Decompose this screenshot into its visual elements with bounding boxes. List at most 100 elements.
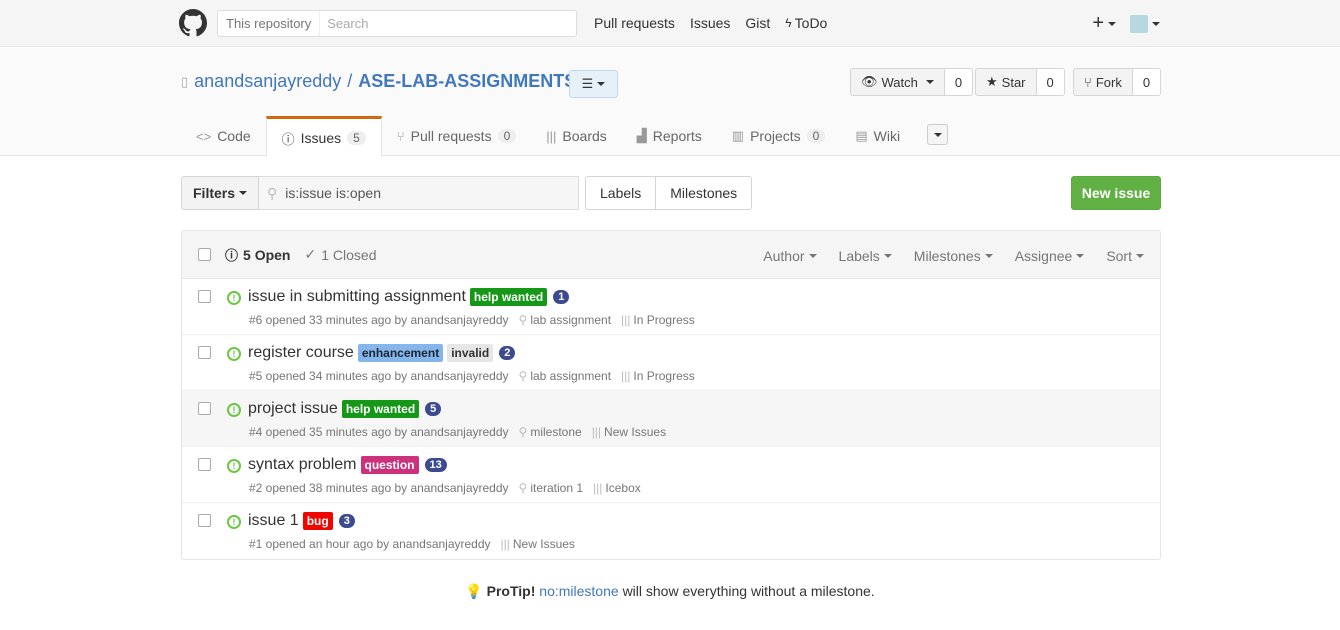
site-search[interactable]: This repository Search bbox=[217, 10, 577, 37]
issue-title-link[interactable]: project issue bbox=[248, 400, 338, 418]
issue-estimate-badge: 5 bbox=[425, 402, 442, 416]
assignee-filter[interactable]: Assignee bbox=[1015, 248, 1085, 264]
issue-checkbox[interactable] bbox=[198, 402, 211, 415]
nav-gist[interactable]: Gist bbox=[745, 15, 770, 31]
nav-todo[interactable]: ϟ ToDo bbox=[785, 15, 827, 31]
issue-checkbox[interactable] bbox=[198, 458, 211, 471]
chevron-down-icon bbox=[1136, 254, 1144, 258]
issue-milestone-link[interactable]: ⚲ milestone bbox=[519, 425, 582, 439]
protip-text: will show everything without a milestone… bbox=[622, 583, 875, 599]
repo-separator: / bbox=[347, 71, 353, 91]
issue-title-link[interactable]: register course bbox=[248, 344, 354, 362]
author-filter[interactable]: Author bbox=[763, 248, 817, 264]
issue-milestone-link[interactable]: ⚲ iteration 1 bbox=[519, 481, 584, 495]
closed-issues-link[interactable]: ✓ 1 Closed bbox=[304, 245, 376, 264]
issue-label[interactable]: question bbox=[360, 456, 419, 474]
milestone-label: milestone bbox=[530, 425, 582, 439]
fork-button[interactable]: ⑂ Fork bbox=[1073, 68, 1133, 96]
star-count[interactable]: 0 bbox=[1036, 68, 1065, 96]
issue-title-link[interactable]: issue in submitting assignment bbox=[248, 288, 466, 306]
filters-dropdown[interactable]: Filters bbox=[181, 176, 260, 210]
protip-link[interactable]: no:milestone bbox=[539, 583, 618, 599]
repo-list-menu-button[interactable]: ☰ bbox=[569, 70, 618, 98]
tab-boards-label: Boards bbox=[562, 128, 607, 144]
tab-pull-requests[interactable]: ⑂ Pull requests 0 bbox=[382, 116, 531, 156]
issues-list: ⓘ 5 Open ✓ 1 Closed Author Labels Mileston… bbox=[181, 230, 1161, 560]
labels-filter[interactable]: Labels bbox=[839, 248, 892, 264]
closed-issues-label: 1 Closed bbox=[321, 246, 377, 263]
chevron-down-icon bbox=[597, 82, 606, 86]
protip-lead: ProTip! bbox=[486, 583, 536, 599]
star-icon: ★ bbox=[986, 74, 998, 89]
tab-code[interactable]: <> Code bbox=[181, 116, 266, 156]
watch-group: 👁 Watch 0 bbox=[850, 68, 974, 96]
tab-wiki-label: Wiki bbox=[873, 128, 901, 144]
issue-milestone-link[interactable]: ⚲ lab assignment bbox=[519, 369, 612, 383]
tab-code-label: Code bbox=[217, 128, 251, 144]
issue-checkbox[interactable] bbox=[198, 346, 211, 359]
chevron-down-icon bbox=[883, 254, 892, 258]
github-logo-icon[interactable] bbox=[179, 9, 207, 37]
issue-checkbox[interactable] bbox=[198, 290, 211, 303]
search-icon: ⚲ bbox=[267, 184, 278, 201]
search-input[interactable]: Search bbox=[320, 16, 375, 31]
create-new-button[interactable]: + bbox=[1092, 12, 1116, 35]
issue-title-link[interactable]: syntax problem bbox=[248, 456, 357, 474]
issue-checkbox[interactable] bbox=[198, 514, 211, 527]
watch-button[interactable]: 👁 Watch bbox=[850, 68, 945, 96]
milestones-filter-label: Milestones bbox=[913, 248, 981, 264]
issue-pipeline: ||| New Issues bbox=[501, 537, 575, 551]
pipeline-label: New Issues bbox=[512, 537, 575, 551]
repo-tabs: <> Code ⓘ Issues 5 ⑂ Pull requests 0 ||| Board… bbox=[181, 116, 948, 157]
issue-pipeline: ||| Icebox bbox=[593, 481, 641, 495]
watch-count[interactable]: 0 bbox=[944, 68, 974, 96]
open-issues-link[interactable]: ⓘ 5 Open bbox=[225, 245, 290, 264]
issue-title-line: syntax problem question 13 bbox=[248, 456, 447, 474]
issue-opened-icon: ⓘ bbox=[281, 131, 295, 147]
issues-search-input[interactable]: ⚲ is:issue is:open bbox=[259, 176, 580, 210]
issue-title-link[interactable]: issue 1 bbox=[248, 512, 299, 530]
avatar bbox=[1130, 14, 1148, 33]
issue-pipeline: ||| In Progress bbox=[621, 369, 695, 383]
user-menu-button[interactable] bbox=[1130, 14, 1160, 33]
star-button[interactable]: ★ Star bbox=[975, 68, 1037, 96]
select-all-checkbox[interactable] bbox=[198, 248, 211, 261]
filters-label: Filters bbox=[193, 185, 236, 201]
issue-title-line: issue in submitting assignment help want… bbox=[248, 288, 570, 306]
issue-opened-by: #5 opened 34 minutes ago by anandsanjayr… bbox=[249, 369, 509, 383]
tab-issues[interactable]: ⓘ Issues 5 bbox=[265, 116, 382, 157]
code-icon: <> bbox=[196, 128, 212, 144]
tabs-more-button[interactable] bbox=[927, 124, 948, 145]
fork-count[interactable]: 0 bbox=[1132, 68, 1162, 96]
site-header: This repository Search Pull requests Iss… bbox=[0, 0, 1340, 47]
tab-wiki[interactable]: ▤ Wiki bbox=[840, 116, 915, 156]
nav-todo-label: ToDo bbox=[794, 15, 828, 31]
nav-pull-requests[interactable]: Pull requests bbox=[594, 15, 675, 31]
chevron-down-icon bbox=[933, 132, 942, 137]
issue-meta: #5 opened 34 minutes ago by anandsanjayr… bbox=[249, 369, 695, 383]
labels-button[interactable]: Labels bbox=[585, 176, 657, 210]
issue-milestone-link[interactable]: ⚲ lab assignment bbox=[519, 313, 612, 327]
nav-issues[interactable]: Issues bbox=[690, 15, 730, 31]
tab-reports-label: Reports bbox=[652, 128, 702, 144]
tab-boards[interactable]: ||| Boards bbox=[531, 116, 622, 156]
sort-filter[interactable]: Sort bbox=[1106, 248, 1144, 264]
repo-owner-link[interactable]: anandsanjayreddy bbox=[194, 71, 341, 92]
issue-label[interactable]: invalid bbox=[447, 344, 494, 362]
repo-title: ▯ anandsanjayreddy / ASE-LAB-ASSIGNMENTS bbox=[181, 71, 576, 92]
issue-label[interactable]: enhancement bbox=[357, 344, 444, 362]
issue-label[interactable]: help wanted bbox=[469, 288, 548, 306]
milestone-icon: ⚲ bbox=[518, 481, 528, 495]
tab-projects[interactable]: ▥ Projects 0 bbox=[717, 116, 841, 156]
new-issue-button[interactable]: New issue bbox=[1071, 176, 1161, 210]
tab-reports[interactable]: ▟ Reports bbox=[622, 116, 717, 156]
issue-label[interactable]: bug bbox=[302, 512, 333, 530]
milestones-button[interactable]: Milestones bbox=[656, 176, 753, 210]
milestones-filter[interactable]: Milestones bbox=[914, 248, 993, 264]
repo-name-link[interactable]: ASE-LAB-ASSIGNMENTS bbox=[358, 71, 576, 92]
issue-row: ! issue in submitting assignment help wa… bbox=[182, 279, 1160, 335]
repo-header: ▯ anandsanjayreddy / ASE-LAB-ASSIGNMENTS… bbox=[0, 48, 1340, 157]
issue-label[interactable]: help wanted bbox=[341, 400, 420, 418]
issue-opened-icon: ! bbox=[227, 291, 241, 305]
milestone-icon: ⚲ bbox=[518, 425, 528, 439]
